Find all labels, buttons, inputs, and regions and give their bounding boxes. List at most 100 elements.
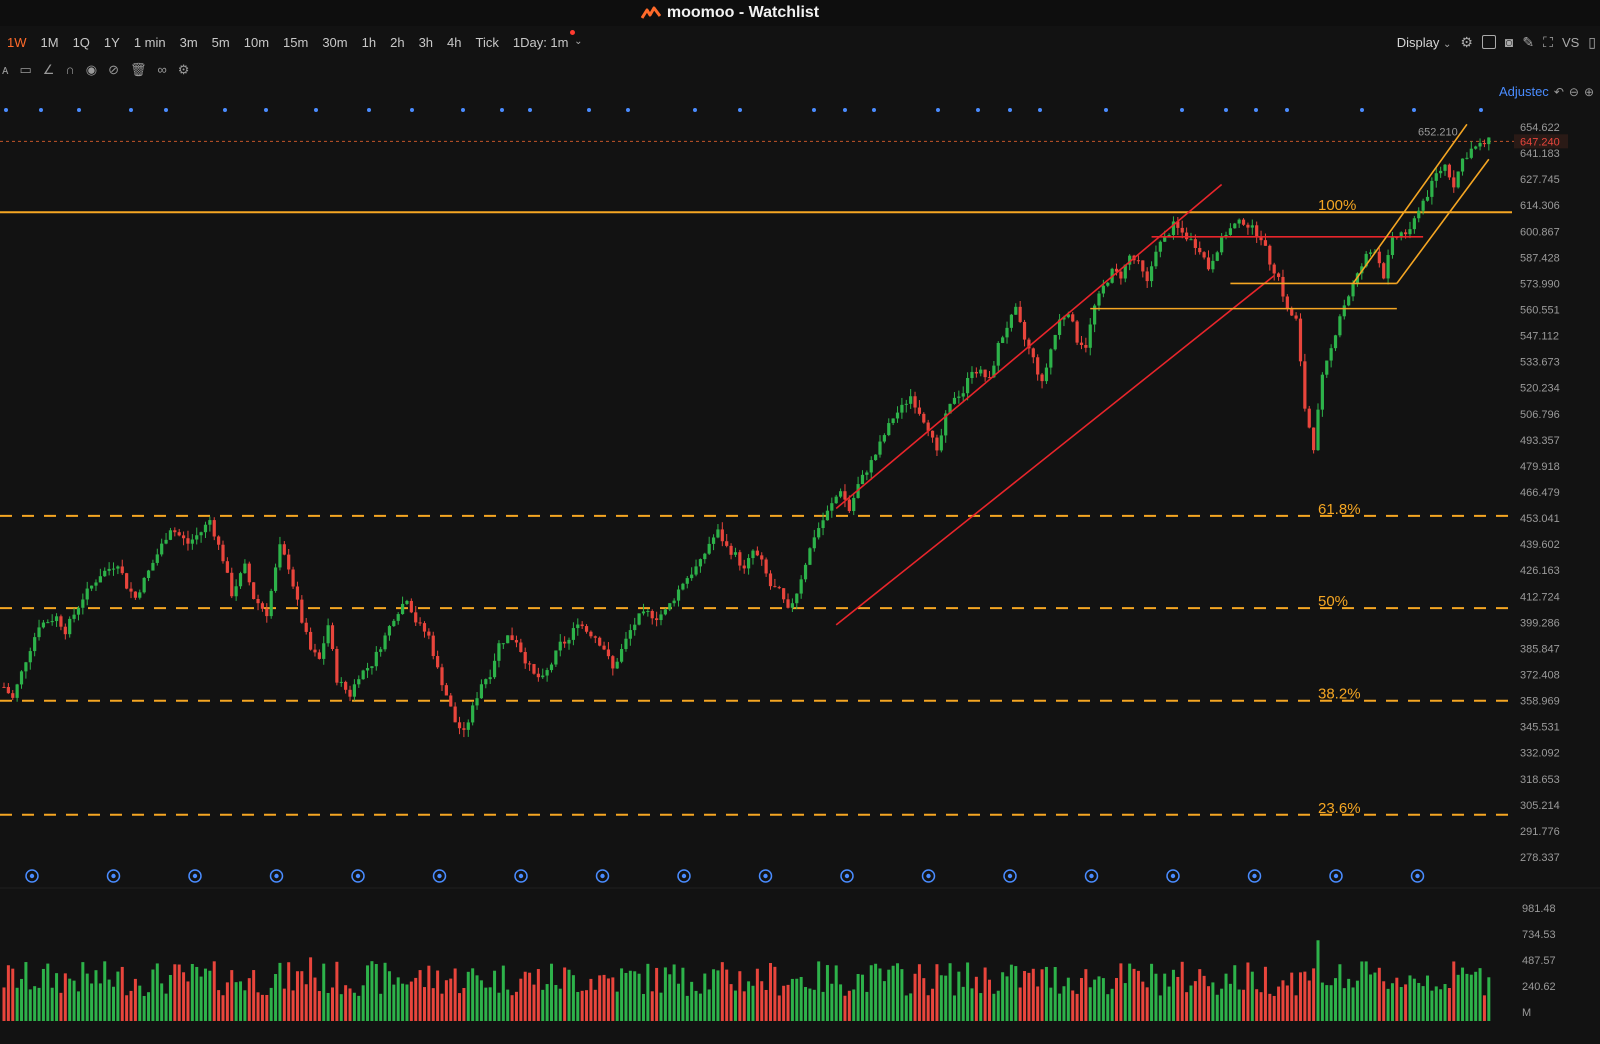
candle-body — [536, 673, 540, 678]
candle-body — [764, 559, 768, 574]
candle-body — [1290, 308, 1294, 316]
volume-bar — [1071, 990, 1075, 1021]
candle-body — [1307, 408, 1311, 428]
candle-body — [786, 599, 790, 608]
volume-bar — [869, 965, 873, 1021]
candle-body — [116, 566, 120, 569]
volume-bar — [1141, 981, 1145, 1021]
candle-body — [1136, 260, 1141, 262]
candle-body — [471, 705, 475, 723]
volume-bar — [208, 970, 212, 1021]
volume-bar — [1404, 984, 1408, 1021]
candle-body — [633, 624, 637, 631]
candle-body — [1298, 318, 1303, 362]
volume-bar — [996, 990, 1000, 1021]
candle-body — [900, 404, 904, 413]
volume-bar — [1202, 975, 1206, 1021]
candle-body — [1303, 361, 1307, 409]
volume-bar — [585, 990, 589, 1021]
volume-bar — [68, 978, 72, 1021]
y-axis-tick-label: 466.479 — [1520, 487, 1560, 499]
price-chart[interactable]: 654.622 641.183 627.745 614.306 600.867 587.4… — [0, 0, 1600, 1044]
candle-body — [28, 651, 32, 663]
volume-axis-label: 487.57 — [1522, 955, 1556, 967]
candle-body — [930, 430, 935, 438]
candle-body — [1285, 296, 1289, 309]
y-axis-tick-label: 614.306 — [1520, 200, 1560, 212]
candle-body — [1268, 245, 1272, 265]
volume-bar — [694, 990, 698, 1021]
volume-bar — [1246, 962, 1250, 1021]
candle-body — [383, 635, 387, 650]
volume-bar — [725, 969, 729, 1021]
y-axis-tick-label: 426.163 — [1520, 565, 1560, 577]
volume-bar — [55, 973, 59, 1021]
volume-bar — [1351, 987, 1355, 1021]
volume-bar — [234, 982, 238, 1021]
candle-body — [1255, 225, 1259, 237]
candle-body — [1031, 348, 1035, 358]
candle-body — [379, 649, 383, 652]
candle-body — [795, 593, 799, 604]
volume-bar — [484, 987, 488, 1021]
candle-body — [260, 603, 265, 609]
volume-bar — [33, 986, 37, 1021]
candle-body — [339, 681, 343, 683]
volume-bar — [81, 962, 85, 1021]
candle-body — [142, 577, 146, 593]
event-dot — [872, 108, 876, 112]
candle-body — [195, 535, 199, 540]
volume-bar — [1255, 989, 1259, 1021]
event-dot — [461, 108, 465, 112]
volume-bar — [545, 984, 549, 1021]
candle-body — [1206, 257, 1211, 270]
earnings-marker-dot — [1252, 873, 1257, 879]
candle-body — [76, 607, 81, 615]
candle-body — [295, 586, 300, 600]
volume-bar — [852, 989, 856, 1021]
volume-bar — [85, 973, 89, 1021]
volume-bar — [203, 968, 207, 1021]
candle-body — [160, 543, 164, 555]
volume-bar — [295, 971, 299, 1021]
candle-body — [90, 585, 94, 589]
volume-bar — [186, 981, 190, 1021]
candle-body — [1071, 314, 1075, 322]
candle-body — [1198, 247, 1202, 253]
volume-bar — [576, 991, 580, 1021]
candle-body — [646, 610, 650, 612]
candle-body — [488, 677, 492, 680]
candle-body — [181, 535, 186, 539]
volume-bar — [94, 970, 98, 1021]
y-axis-tick-label: 345.531 — [1520, 722, 1560, 734]
volume-bar — [1325, 985, 1329, 1021]
candle-body — [611, 656, 615, 669]
volume-bar — [685, 995, 689, 1021]
candle-body — [1272, 264, 1276, 274]
volume-bar — [983, 967, 987, 1021]
candle-body — [878, 441, 882, 455]
volume-bar — [769, 962, 772, 1021]
candle-body — [466, 722, 470, 730]
volume-bar — [1049, 987, 1053, 1021]
y-axis-tick-label: 385.847 — [1520, 643, 1560, 655]
volume-bar — [24, 962, 28, 1021]
volume-bar — [1018, 987, 1022, 1021]
volume-bar — [913, 973, 917, 1021]
volume-bar — [422, 987, 426, 1021]
event-dot — [164, 108, 168, 112]
volume-bar — [212, 961, 216, 1021]
volume-bar — [125, 995, 129, 1021]
candle-body — [50, 621, 54, 623]
event-dot — [314, 108, 318, 112]
event-dot — [528, 108, 532, 112]
candle-body — [497, 643, 501, 661]
volume-bar — [1176, 976, 1180, 1021]
volume-bar — [414, 977, 418, 1021]
volume-bar — [1417, 982, 1421, 1021]
candle-body — [563, 641, 567, 644]
earnings-marker-dot — [600, 873, 605, 879]
volume-bar — [1237, 989, 1241, 1021]
volume-bar — [471, 968, 475, 1021]
candle-body — [961, 393, 965, 397]
